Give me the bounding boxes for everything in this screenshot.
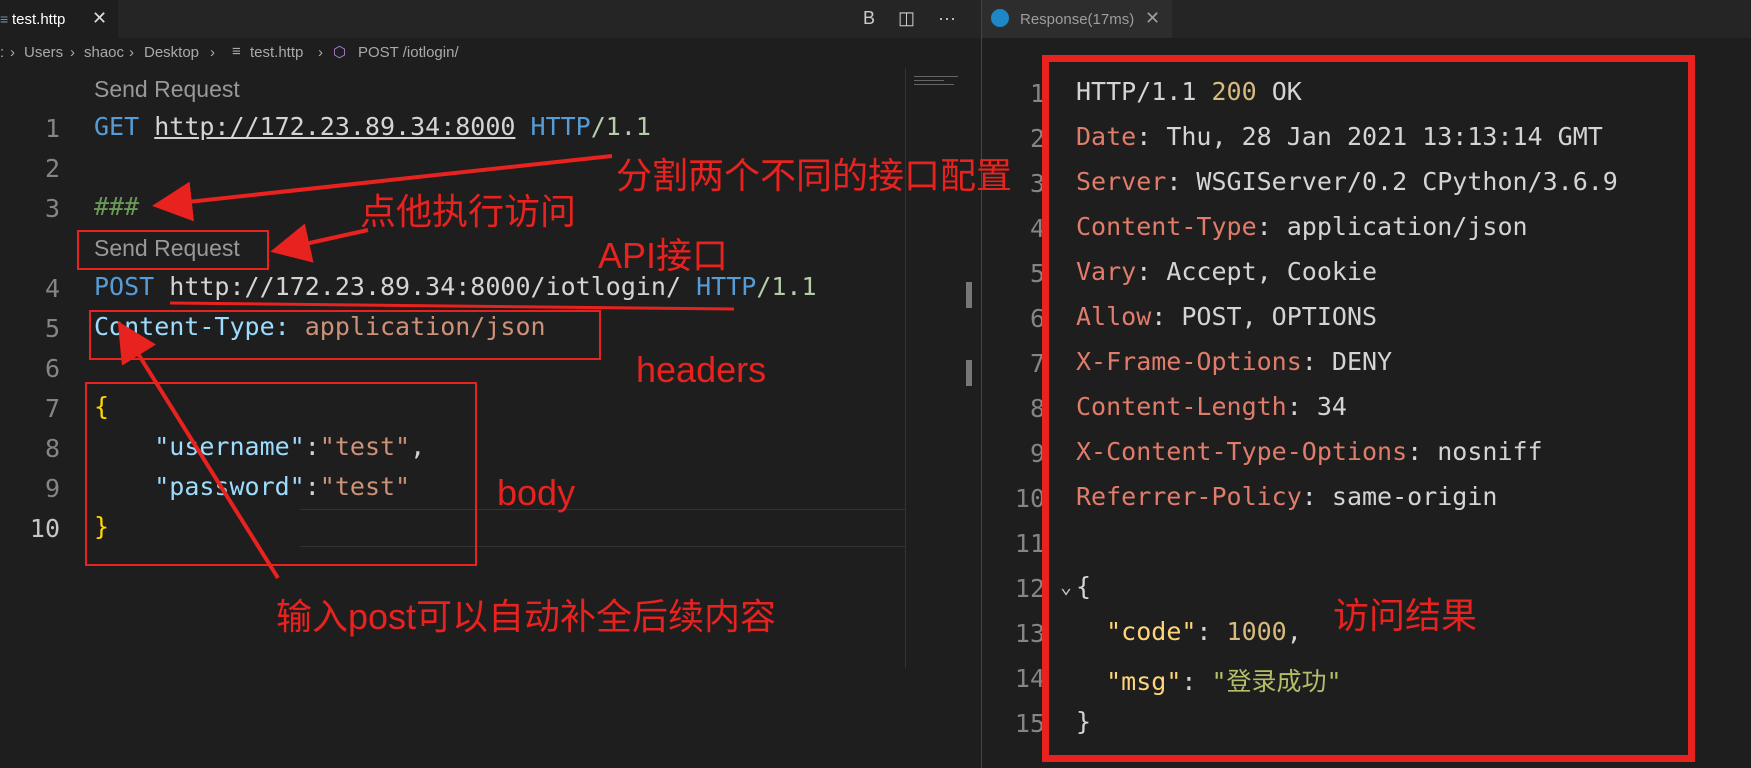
annotation-split: 分割两个不同的接口配置: [616, 155, 1013, 196]
annotation-click: 点他执行访问: [360, 191, 577, 232]
annotation-headers: headers: [636, 349, 767, 390]
annotation-result: 访问结果: [1333, 595, 1478, 636]
annotation-api: API接口: [598, 235, 729, 276]
underline-url: [169, 301, 735, 311]
annotation-body: body: [497, 472, 576, 513]
arrow-to-post: [117, 321, 280, 580]
annotation-arrows: [117, 154, 735, 580]
arrow-to-send-request: [270, 223, 369, 263]
annotation-autocomplete: 输入post可以自动补全后续内容: [276, 596, 777, 637]
